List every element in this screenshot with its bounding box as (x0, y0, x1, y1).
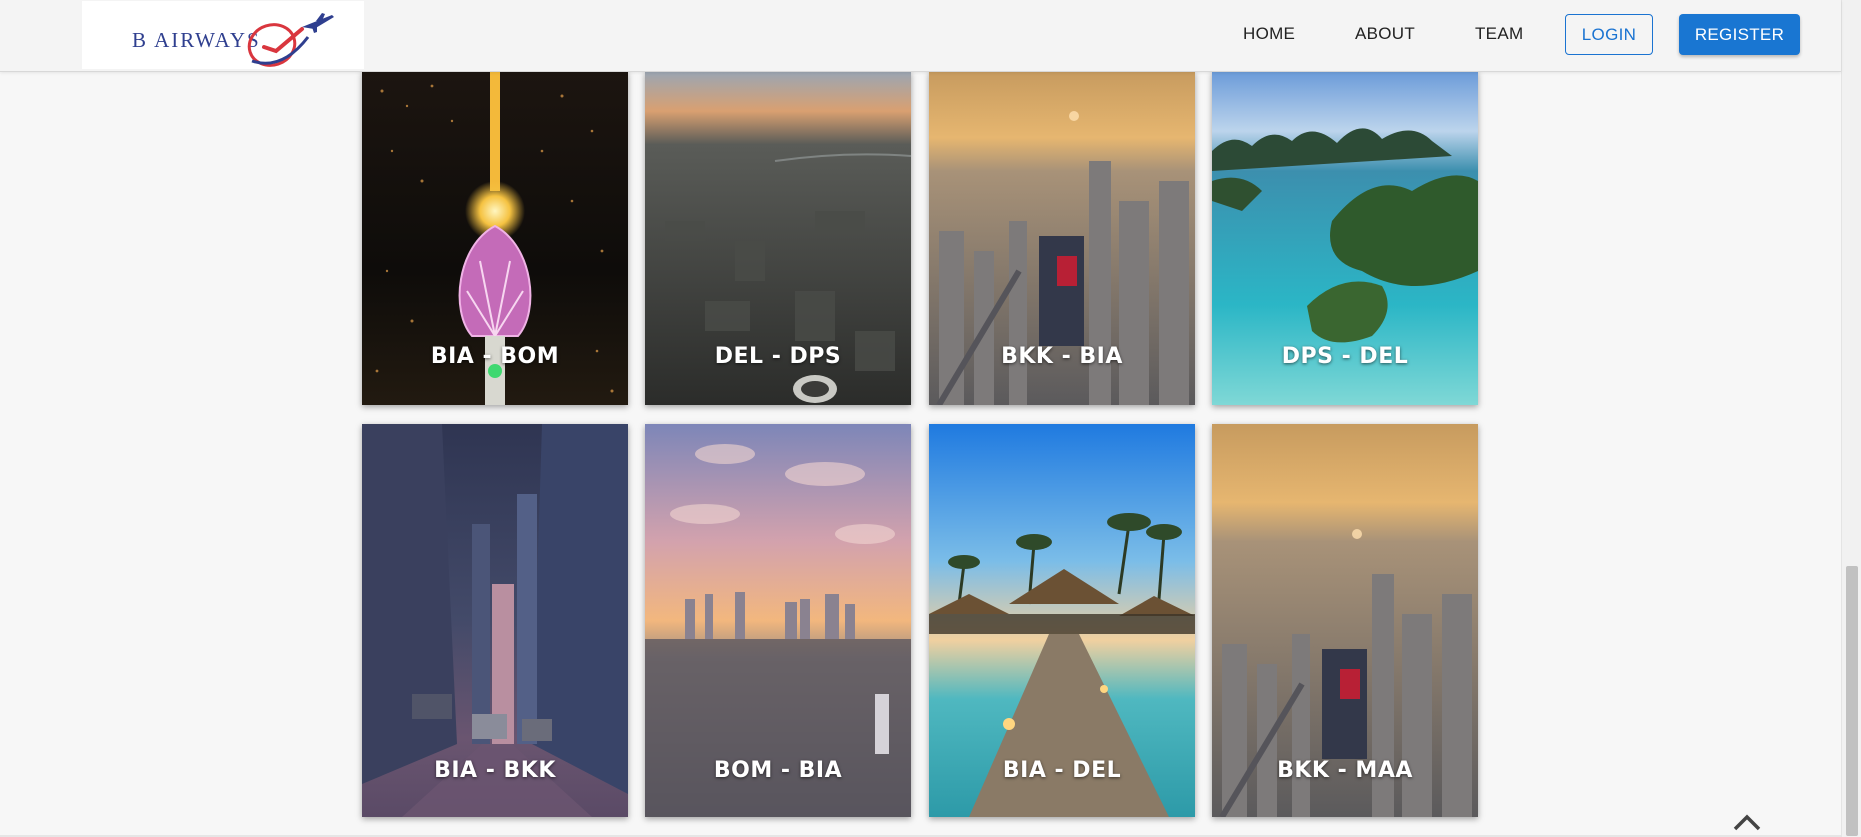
chevron-up-icon (1733, 814, 1761, 831)
route-label: BKK - MAA (1277, 758, 1413, 783)
top-navbar: B AIRWAYS HOME ABOUT TEAM LOGIN REGISTER (0, 0, 1841, 72)
route-label: BOM - BIA (713, 758, 843, 783)
route-card[interactable]: BKK - BIA (929, 71, 1195, 405)
nav-team[interactable]: TEAM (1475, 24, 1523, 44)
route-label: BKK - BIA (1001, 344, 1123, 369)
route-card[interactable]: BIA - DEL (929, 424, 1195, 817)
route-label: DPS - DEL (1281, 344, 1409, 369)
plane-swoosh-logo-icon (247, 13, 334, 67)
register-button[interactable]: REGISTER (1679, 14, 1800, 55)
scroll-to-top-button[interactable] (1732, 812, 1762, 832)
brand-logo-link[interactable]: B AIRWAYS (82, 1, 364, 69)
route-card[interactable]: BOM - BIA (645, 424, 911, 817)
route-card[interactable]: DEL - DPS (645, 71, 911, 405)
route-label: BIA - DEL (1002, 758, 1122, 783)
nav-home[interactable]: HOME (1243, 24, 1295, 44)
route-label: BIA - BKK (434, 758, 556, 783)
nav-about[interactable]: ABOUT (1355, 24, 1415, 44)
route-card[interactable]: BKK - MAA (1212, 424, 1478, 817)
route-card[interactable]: DPS - DEL (1212, 71, 1478, 405)
login-button[interactable]: LOGIN (1565, 14, 1653, 55)
route-card[interactable]: BIA - BOM (362, 71, 628, 405)
vertical-scrollbar[interactable] (1841, 0, 1861, 837)
route-label: DEL - DPS (714, 344, 842, 369)
scrollbar-thumb[interactable] (1846, 566, 1858, 836)
route-label: BIA - BOM (430, 344, 560, 369)
route-card[interactable]: BIA - BKK (362, 424, 628, 817)
